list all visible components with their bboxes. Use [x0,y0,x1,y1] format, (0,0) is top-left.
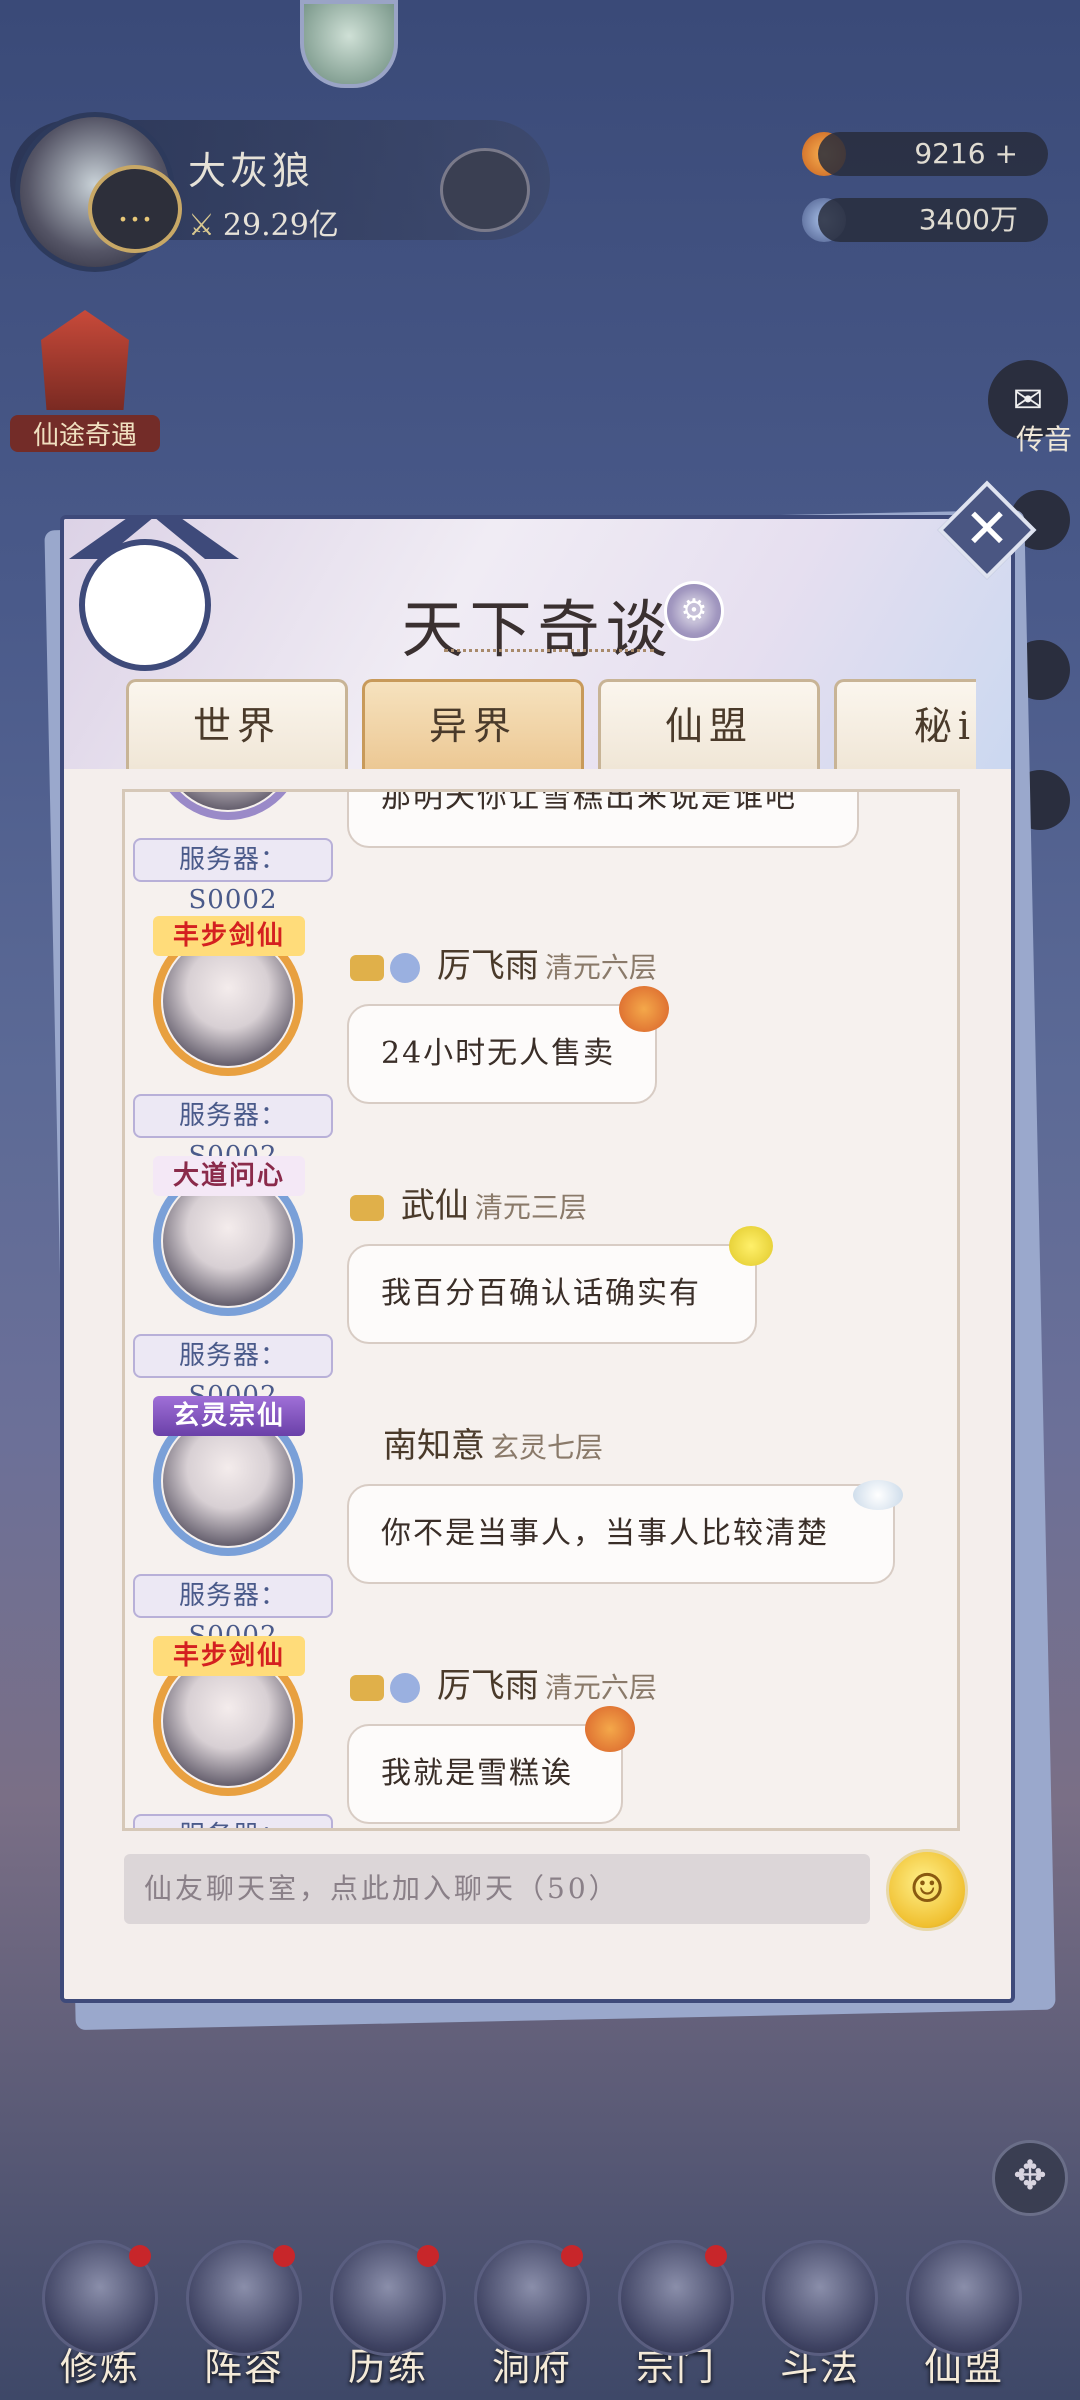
title-badge: 大道问心 [153,1156,305,1196]
sender-rank: 清元六层 [544,1671,657,1704]
sender-rank: 清元三层 [474,1191,587,1224]
currency-2-value: 3400万 [918,203,1018,236]
server-tag: 服务器：S0002 [133,1574,333,1651]
tab-secret[interactable]: 秘i [834,679,976,769]
duel-icon [762,2240,878,2356]
nav-duel[interactable]: 斗法 [750,2230,890,2400]
tab-alliance[interactable]: 仙盟 [598,679,820,769]
message-bubble: 你不是当事人，当事人比较清楚 [347,1484,895,1584]
tab-world[interactable]: 世界 [126,679,348,769]
message-bubble: 那明天你让雪糕出来说是谁吧 [347,792,859,848]
cauldron-icon [350,955,384,981]
list-item: 玄灵宗仙 服务器：S0002 南知意玄灵七层 你不是当事人，当事人比较清楚 [125,1396,957,1651]
sender-line: 厉飞雨 清元六层 [350,1658,657,1707]
duck-icon [729,1226,773,1266]
sender-rank: 玄灵七层 [491,1431,604,1464]
sender-name[interactable]: 厉飞雨 [437,946,539,986]
server-tag: 服务器：S0002 [133,1814,333,1828]
sender-line: 南知意 玄灵七层 [383,1418,603,1467]
list-item: 服务器：S0002 那明天你让雪糕出来说是谁吧 [125,792,957,915]
close-icon[interactable]: ✕ [952,495,1022,565]
dragon-icon [619,986,669,1032]
spirit-icon [390,953,420,983]
sender-rank: 清元六层 [544,951,657,984]
sect-icon [618,2240,734,2356]
scroll-icon[interactable] [440,148,530,232]
nav-sect[interactable]: 宗门 [606,2230,746,2400]
currency-1-value: 9216 [914,137,986,170]
server-tag: 服务器：S0002 [133,838,333,915]
dragon-icon [585,1706,635,1752]
server-tag: 服务器：S0002 [133,1094,333,1171]
training-icon [330,2240,446,2356]
list-item: 大道问心 服务器：S0002 武仙清元三层 我百分百确认话确实有 [125,1156,957,1411]
chat-icon[interactable]: … [88,165,182,253]
title-badge: 丰步剑仙 [153,916,305,956]
sender-line: 武仙 清元三层 [350,1178,587,1227]
cave-icon [474,2240,590,2356]
title-badge: 丰步剑仙 [153,1636,305,1676]
server-tag: 服务器：S0002 [133,1334,333,1411]
message-bubble: 24小时无人售卖 [347,1004,657,1104]
nav-cultivate[interactable]: 修炼 [30,2230,170,2400]
nav-training[interactable]: 历练 [318,2230,458,2400]
sender-name[interactable]: 厉飞雨 [437,1666,539,1706]
nav-lineup[interactable]: 阵容 [174,2230,314,2400]
emoji-icon[interactable]: ☺ [886,1849,968,1931]
sender-name[interactable]: 南知意 [383,1426,485,1466]
player-power-value: 29.29亿 [222,208,339,243]
cauldron-icon [350,1675,384,1701]
sender-line: 厉飞雨 清元六层 [350,938,657,987]
player-name: 大灰狼 [188,149,315,193]
list-item: 丰步剑仙 服务器：S0002 厉飞雨清元六层 我就是雪糕诶 [125,1636,957,1828]
xiantu-qiyu-label: 仙途奇遇 [10,415,160,452]
nav-alliance[interactable]: 仙盟 [894,2230,1034,2400]
title-badge: 玄灵宗仙 [153,1396,305,1436]
xiantu-qiyu-button[interactable]: 仙途奇遇 [10,310,160,452]
channel-tabs: 世界 异界 仙盟 秘i [126,679,976,769]
spirit-icon [390,1673,420,1703]
top-portrait-icon[interactable] [300,0,398,88]
chat-panel: 天下奇谈 ⚙ 世界 异界 仙盟 秘i 服务器：S0002 那明天你让雪糕出来说是… [60,515,1015,2003]
alliance-icon [906,2240,1022,2356]
sword-icon: ⚔ [188,208,215,243]
lineup-icon [186,2240,302,2356]
cultivate-icon [42,2240,158,2356]
title-divider [444,639,654,652]
sender-name[interactable]: 武仙 [401,1186,469,1226]
message-bubble: 我百分百确认话确实有 [347,1244,757,1344]
avatar[interactable]: 大道问心 [143,1156,313,1326]
nav-cave[interactable]: 洞府 [462,2230,602,2400]
add-currency-icon[interactable]: + [995,137,1018,170]
avatar[interactable]: 丰步剑仙 [143,1636,313,1806]
chat-message-list[interactable]: 服务器：S0002 那明天你让雪糕出来说是谁吧 丰步剑仙 服务器：S0002 厉… [122,789,960,1831]
player-power: ⚔ 29.29亿 [188,200,339,244]
avatar[interactable]: 丰步剑仙 [143,916,313,1086]
avatar[interactable]: 玄灵宗仙 [143,1396,313,1566]
cloud-icon [853,1480,903,1510]
settings-gear-icon[interactable]: ⚙ [664,581,724,641]
list-item: 丰步剑仙 服务器：S0002 厉飞雨清元六层 24小时无人售卖 [125,916,957,1171]
avatar[interactable] [143,792,313,830]
panel-title: 天下奇谈 [401,593,674,666]
cauldron-icon [350,1195,384,1221]
mail-label: 传音 [1015,423,1072,456]
tab-other-realm[interactable]: 异界 [362,679,584,769]
currency-2-bar[interactable]: 3400万 [818,198,1048,242]
currency-1-bar[interactable]: 9216 + [818,132,1048,176]
gate-icon [41,310,129,410]
chat-input[interactable]: 仙友聊天室，点此加入聊天（50） [124,1854,870,1924]
compass-icon[interactable]: ✥ [992,2140,1068,2216]
message-bubble: 我就是雪糕诶 [347,1724,623,1824]
bottom-nav: 修炼 阵容 历练 洞府 宗门 斗法 仙盟 [0,2230,1080,2400]
